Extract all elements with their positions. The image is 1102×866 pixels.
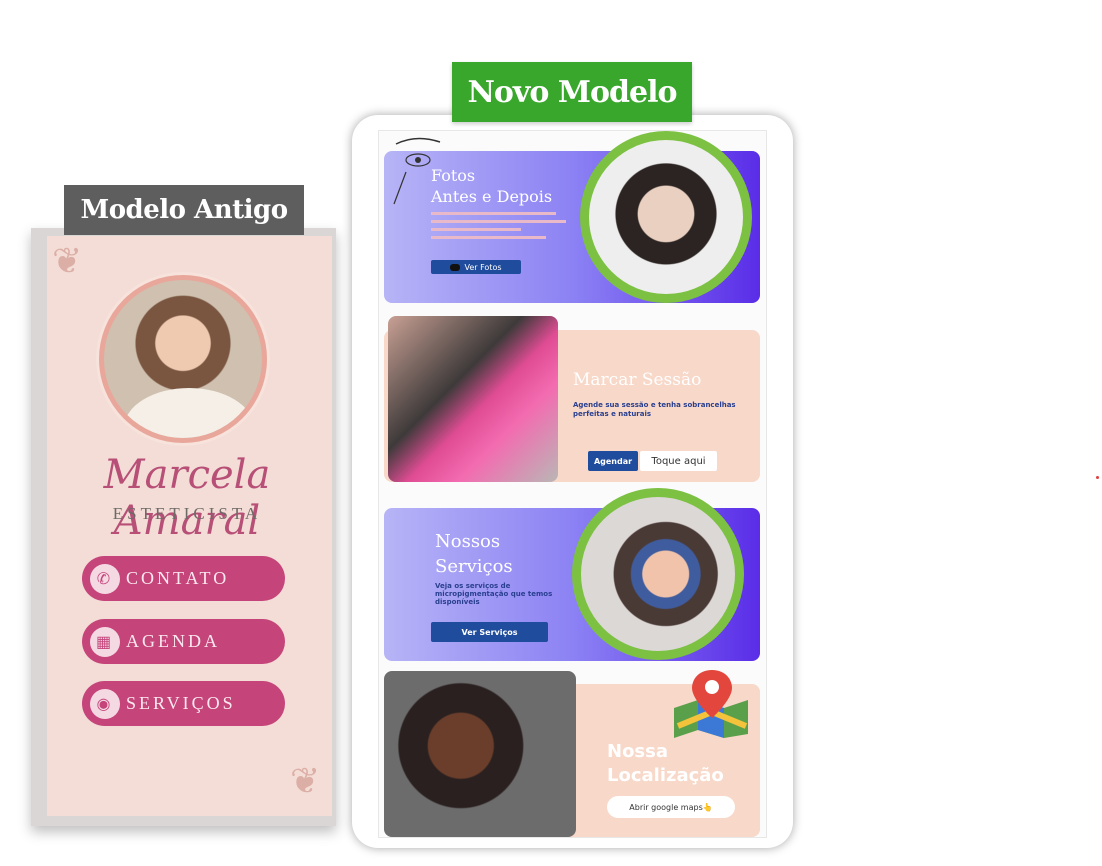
services-button-label: SERVIÇOS [126,693,236,713]
agenda-button-label: AGENDA [126,631,220,651]
floral-decoration-icon: ❦ [52,240,83,281]
phone-icon: ✆ [90,563,120,594]
new-model-tag: Novo Modelo [452,62,692,122]
profile-photo [99,275,267,443]
tap-here-button[interactable]: Toque aqui [640,451,717,471]
photos-title-line1: Fotos [431,166,476,185]
services-description: Veja os serviços de micropigmentação que… [435,582,553,606]
services-title-line2: Serviços [435,556,513,577]
lips-icon: ◉ [90,688,120,719]
see-photos-label: Ver Fotos [464,262,502,272]
old-model-tag: Modelo Antigo [64,185,304,235]
see-photos-button[interactable]: Ver Fotos [431,260,521,274]
contact-button-label: CONTATO [126,568,230,588]
services-button[interactable]: ◉ SERVIÇOS [82,681,285,726]
camera-icon [450,263,461,271]
session-description: Agende sua sessão e tenha sobrancelhas p… [573,401,736,418]
photos-card-portrait [580,131,752,303]
photos-desc-line [431,220,566,223]
profile-role: ESTETICISTA [112,504,262,523]
contact-button[interactable]: ✆ CONTATO [82,556,285,601]
red-dot [1096,476,1099,479]
session-title: Marcar Sessão [573,370,702,390]
agenda-button[interactable]: ▦ AGENDA [82,619,285,664]
location-title-line1: Nossa [607,741,669,762]
services-title-line1: Nossos [435,531,501,552]
map-pin-icon [674,670,748,738]
procedure-photo [388,316,558,482]
client-photo [384,671,576,837]
open-maps-button[interactable]: Abrir google maps👆 [607,796,735,818]
services-card-portrait [572,488,744,660]
photos-desc-line [431,212,556,215]
profile-name: Marcela Amaral [103,452,271,544]
floral-decoration-icon: ❦ [290,760,321,801]
see-services-button[interactable]: Ver Serviços [431,622,548,642]
calendar-icon: ▦ [90,626,120,657]
photos-title-line2: Antes e Depois [431,187,553,206]
location-title-line2: Localização [607,765,724,786]
photos-desc-line [431,228,521,231]
schedule-button[interactable]: Agendar [588,451,638,471]
photos-desc-line [431,236,546,239]
